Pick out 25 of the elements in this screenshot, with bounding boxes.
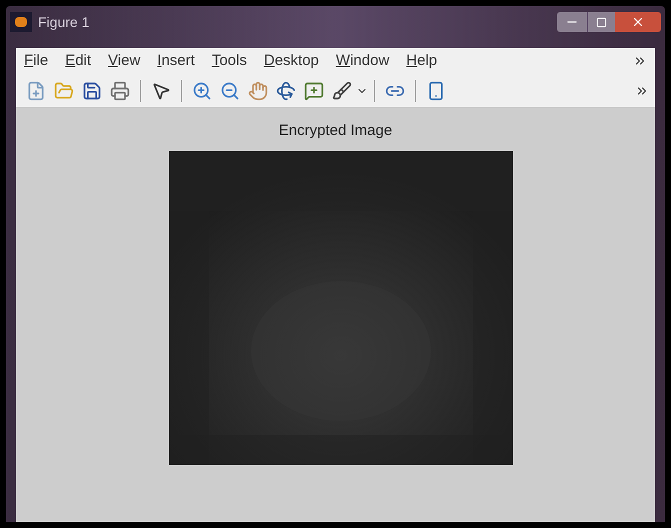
new-file-icon bbox=[26, 80, 46, 100]
pan-icon bbox=[248, 80, 268, 100]
close-icon bbox=[631, 15, 645, 29]
brush-icon bbox=[332, 80, 352, 100]
menu-item[interactable]: Window bbox=[336, 50, 390, 72]
open-folder-icon bbox=[54, 80, 74, 100]
menu-item[interactable]: Tools bbox=[212, 50, 247, 72]
menu-item[interactable]: Insert bbox=[157, 50, 195, 72]
pointer-icon bbox=[151, 80, 171, 100]
maximize-button[interactable] bbox=[587, 12, 615, 32]
menu-item[interactable]: File bbox=[24, 50, 48, 72]
window-title: Figure 1 bbox=[38, 12, 90, 32]
print-icon bbox=[110, 80, 130, 100]
save-icon bbox=[82, 80, 102, 100]
app-icon bbox=[10, 12, 32, 32]
menu-item[interactable]: Desktop bbox=[264, 50, 319, 72]
menu-item[interactable]: Help bbox=[406, 50, 438, 72]
maximize-icon bbox=[596, 16, 607, 28]
menu-item[interactable]: View bbox=[108, 50, 140, 72]
menu-item[interactable]: Edit bbox=[65, 50, 92, 72]
zoom-out-icon bbox=[220, 80, 240, 100]
rotate-icon bbox=[276, 80, 296, 100]
close-button[interactable] bbox=[615, 12, 661, 32]
zoom-in-icon bbox=[192, 80, 212, 100]
axes-title: Encrypted Image bbox=[278, 121, 392, 141]
